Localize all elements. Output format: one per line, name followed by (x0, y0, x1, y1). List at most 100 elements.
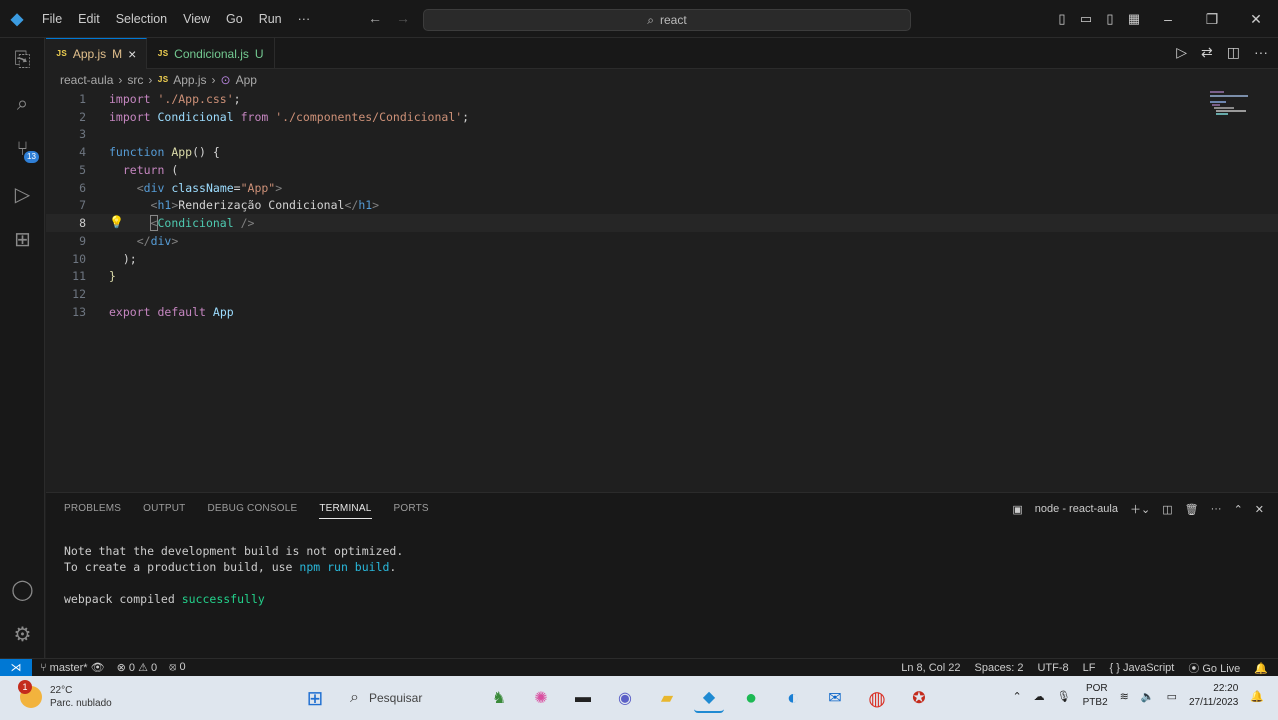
clock[interactable]: 22:20 27/11/2023 (1189, 682, 1238, 710)
search-icon: ⌕ (647, 12, 655, 27)
lightbulb-icon[interactable]: 💡 (109, 215, 124, 229)
tab-app-js[interactable]: JS App.js M × (46, 38, 148, 69)
open-changes-icon[interactable]: ⇄ (1201, 44, 1213, 61)
line-number: 8 (79, 216, 86, 231)
terminal-name[interactable]: node - react-aula (1035, 503, 1118, 515)
customize-layout-icon[interactable]: ▦ (1122, 11, 1146, 27)
notification-bell-icon[interactable]: 🔔 (1250, 690, 1264, 703)
microphone-icon[interactable]: 🎙 (1057, 690, 1071, 703)
menu-file[interactable]: File (34, 0, 70, 38)
encoding[interactable]: UTF-8 (1037, 662, 1068, 674)
code-token: ); (122, 251, 137, 266)
menu-edit[interactable]: Edit (70, 0, 108, 38)
notifications-bell-icon[interactable]: 🔔 (1254, 662, 1268, 675)
menu-run[interactable]: Run (251, 0, 290, 38)
minimap[interactable] (1208, 90, 1268, 120)
volume-icon[interactable]: 🔈 (1141, 690, 1155, 703)
run-file-icon[interactable]: ▷ (1176, 44, 1187, 61)
close-window-button[interactable]: ✕ (1234, 11, 1278, 28)
problems-status[interactable]: ⊗ 0 ⚠ 0 (117, 661, 158, 674)
breadcrumb-file[interactable]: App.js (173, 73, 206, 87)
copilot-icon[interactable]: ✺ (526, 683, 556, 713)
menu-selection[interactable]: Selection (108, 0, 175, 38)
tab-condicional-js[interactable]: JS Condicional.js U (147, 38, 275, 69)
split-terminal-icon[interactable]: ◫ (1162, 503, 1172, 516)
branch-status[interactable]: ⑂ master* 👁 (40, 661, 105, 674)
code-token: App (212, 304, 234, 319)
breadcrumb-src[interactable]: src (127, 73, 143, 87)
code-token: = (233, 180, 241, 195)
taskbar-search[interactable]: ⌕ Pesquisar (342, 683, 472, 713)
end-of-line[interactable]: LF (1083, 662, 1096, 674)
battery-icon[interactable]: ▭ (1167, 690, 1177, 703)
input-language[interactable]: POR PTB2 (1083, 682, 1108, 710)
task-view-icon[interactable]: ▬ (568, 683, 598, 713)
code-token: /> (233, 216, 255, 231)
file-explorer-icon[interactable]: ▰ (652, 683, 682, 713)
forward-arrow-icon[interactable]: → (396, 10, 410, 26)
search-sidebar-icon[interactable]: ⌕ (0, 86, 45, 122)
line-number: 2 (79, 109, 86, 124)
language-mode[interactable]: { } JavaScript (1109, 662, 1174, 674)
code-editor[interactable]: 1 import './App.css'; 2 import Condicional… (46, 90, 1278, 321)
spotify-icon[interactable]: ● (736, 683, 766, 713)
new-terminal-icon[interactable]: ＋⌄ (1130, 501, 1150, 517)
edge-browser-icon[interactable]: ◐ (778, 683, 808, 713)
terminal-text: To create a production build, use (64, 560, 300, 574)
ports-status[interactable]: ⦻ 0 (169, 661, 185, 674)
toggle-secondary-sidebar-icon[interactable]: ▯ (1098, 11, 1122, 27)
tab-debug-console[interactable]: DEBUG CONSOLE (207, 503, 297, 519)
maximize-panel-icon[interactable]: ⌃ (1234, 503, 1243, 516)
vscode-taskbar-icon[interactable]: ◆ (694, 683, 724, 713)
minimize-button[interactable]: – (1146, 11, 1190, 27)
menu-view[interactable]: View (175, 0, 218, 38)
toggle-sidebar-icon[interactable]: ▯ (1050, 11, 1074, 27)
cloud-icon[interactable]: ☁ (1034, 690, 1045, 703)
restore-button[interactable]: ❐ (1190, 11, 1234, 28)
menu-more[interactable]: ··· (290, 0, 319, 38)
weather-widget[interactable]: 1 22°C Parc. nublado (18, 680, 112, 710)
warning-icon: ⚠ (138, 662, 148, 674)
accounts-icon[interactable]: ◯ (0, 571, 45, 607)
windows-start-icon[interactable]: ⊞ (300, 683, 330, 713)
explorer-icon[interactable]: ⎘ (0, 42, 45, 78)
cursor-position[interactable]: Ln 8, Col 22 (901, 662, 960, 674)
source-control-icon[interactable]: ⑂ 13 (0, 131, 45, 167)
close-tab-icon[interactable]: × (128, 46, 136, 62)
toggle-panel-icon[interactable]: ▭ (1074, 11, 1098, 27)
code-line: 3 (46, 126, 1278, 144)
outlook-icon[interactable]: ✉ (820, 683, 850, 713)
more-actions-icon[interactable]: ··· (1211, 503, 1222, 515)
go-live-button[interactable]: ⦿ Go Live (1188, 660, 1240, 676)
chevron-right-icon: › (148, 73, 153, 87)
status-left: ⑂ master* 👁 ⊗ 0 ⚠ 0 ⦻ 0 (40, 661, 186, 674)
wifi-icon[interactable]: ≋ (1120, 690, 1129, 703)
tab-problems[interactable]: PROBLEMS (64, 503, 121, 519)
split-editor-icon[interactable]: ◫ (1227, 44, 1240, 61)
indentation[interactable]: Spaces: 2 (975, 662, 1024, 674)
settings-gear-icon[interactable]: ⚙ (0, 616, 45, 652)
app-icon[interactable]: ✪ (904, 683, 934, 713)
more-actions-icon[interactable]: ··· (1254, 44, 1268, 61)
run-debug-icon[interactable]: ▷ (0, 176, 45, 212)
close-panel-icon[interactable]: ✕ (1255, 503, 1264, 516)
tab-output[interactable]: OUTPUT (143, 503, 185, 519)
terminal-output[interactable]: Note that the development build is not o… (64, 543, 403, 607)
game-app-icon[interactable]: ♞ (484, 683, 514, 713)
chrome-icon[interactable]: ◍ (862, 683, 892, 713)
tab-ports[interactable]: PORTS (394, 503, 429, 519)
code-token: className (171, 180, 234, 195)
breadcrumb-symbol[interactable]: App (236, 73, 257, 87)
chevron-up-icon[interactable]: ⌃ (1012, 690, 1021, 703)
broadcast-icon: ⦿ (1188, 663, 1200, 675)
back-arrow-icon[interactable]: ← (368, 10, 382, 26)
remote-indicator-icon[interactable]: ⋊ (0, 658, 32, 677)
menu-go[interactable]: Go (218, 0, 251, 38)
command-center-search[interactable]: ⌕ react (423, 9, 911, 31)
teams-chat-icon[interactable]: ◉ (610, 683, 640, 713)
code-token: export (109, 304, 151, 319)
breadcrumb-folder[interactable]: react-aula (60, 73, 113, 87)
kill-terminal-icon[interactable]: 🗑 (1185, 503, 1199, 516)
extensions-icon[interactable]: ⊞ (0, 221, 45, 257)
tab-terminal[interactable]: TERMINAL (319, 503, 372, 519)
